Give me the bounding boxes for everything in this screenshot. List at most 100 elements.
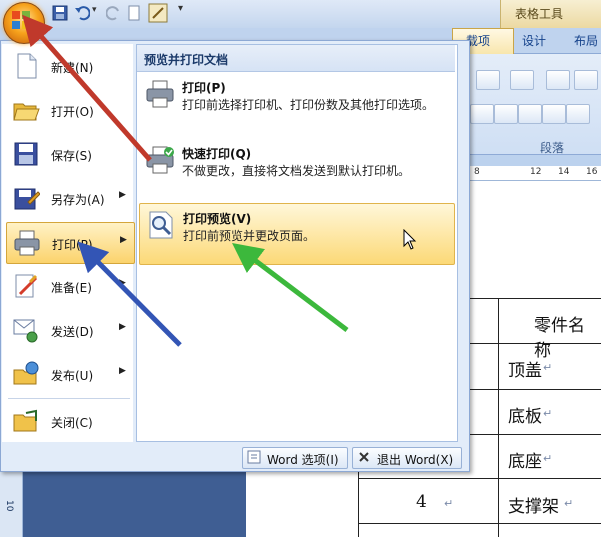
submenu-option-print[interactable]: 打印(P) 打印前选择打印机、打印份数及其他打印选项。 bbox=[139, 75, 453, 139]
paragraph-group-label: 段落 bbox=[540, 141, 565, 155]
office-logo-icon bbox=[12, 11, 30, 29]
menu-divider bbox=[8, 398, 130, 399]
justify-button[interactable] bbox=[542, 104, 566, 124]
quick-print-icon bbox=[145, 145, 175, 175]
submenu-option-quick-print[interactable]: 快速打印(Q) 不做更改，直接将文档发送到默认打印机。 bbox=[139, 141, 453, 191]
undo-dropdown-icon[interactable]: ▾ bbox=[92, 5, 97, 15]
table-cell[interactable]: 支撑架 bbox=[508, 492, 559, 517]
horizontal-ruler: 8 12 14 16 bbox=[460, 166, 601, 181]
menu-item-label: 发送(D) bbox=[51, 325, 94, 339]
table-border bbox=[498, 298, 499, 537]
ruler-mark: 12 bbox=[530, 167, 542, 177]
submenu-arrow-icon: ▶ bbox=[119, 366, 126, 376]
table-cell[interactable]: 顶盖 bbox=[508, 356, 542, 381]
print-preview-icon bbox=[146, 210, 176, 240]
submenu-arrow-icon: ▶ bbox=[119, 278, 126, 288]
printer-icon bbox=[145, 79, 175, 109]
align-center-button[interactable] bbox=[494, 104, 518, 124]
menu-item-new[interactable]: 新建(N) bbox=[6, 46, 133, 86]
option-title: 打印(P) bbox=[182, 81, 226, 95]
paragraph-mark: ↵ bbox=[543, 407, 553, 420]
option-title: 打印预览(V) bbox=[183, 212, 252, 226]
option-description: 不做更改，直接将文档发送到默认打印机。 bbox=[182, 164, 411, 178]
ruler-mark: 16 bbox=[586, 167, 598, 177]
send-icon bbox=[12, 316, 40, 344]
undo-icon[interactable] bbox=[74, 5, 91, 21]
word-options-label: Word 选项(I) bbox=[267, 453, 339, 467]
table-cell[interactable]: 底板 bbox=[508, 402, 542, 427]
outdent-button[interactable] bbox=[546, 70, 570, 90]
align-right-button[interactable] bbox=[518, 104, 542, 124]
table-border bbox=[358, 523, 601, 524]
paragraph-mark: ↵ bbox=[543, 452, 553, 465]
menu-item-send[interactable]: 发送(D) ▶ bbox=[6, 310, 133, 350]
menu-item-close[interactable]: 关闭(C) bbox=[6, 401, 133, 441]
menu-item-label: 打印(P) bbox=[52, 238, 93, 252]
indent-button[interactable] bbox=[574, 70, 598, 90]
submenu-arrow-icon: ▶ bbox=[119, 190, 126, 200]
bullets-button[interactable] bbox=[476, 70, 500, 90]
publish-icon bbox=[12, 360, 40, 388]
menu-item-print[interactable]: 打印(P) ▶ bbox=[6, 222, 135, 264]
ruler-mark: 8 bbox=[474, 167, 480, 177]
menu-item-publish[interactable]: 发布(U) ▶ bbox=[6, 354, 133, 394]
save-as-icon bbox=[12, 184, 41, 212]
new-document-icon bbox=[12, 52, 40, 80]
menu-item-label: 保存(S) bbox=[51, 149, 92, 163]
paragraph-mark: ↵ bbox=[444, 497, 454, 510]
tab-design[interactable]: 设计 bbox=[522, 32, 546, 49]
submenu-header: 预览并打印文档 bbox=[137, 45, 455, 72]
line-spacing-button[interactable] bbox=[566, 104, 590, 124]
table-border bbox=[358, 470, 359, 537]
options-icon bbox=[247, 450, 261, 464]
option-description: 打印前选择打印机、打印份数及其他打印选项。 bbox=[182, 98, 435, 112]
save-icon[interactable] bbox=[52, 5, 68, 21]
table-cell[interactable]: 底座 bbox=[508, 447, 542, 472]
vertical-ruler: 10 bbox=[0, 470, 23, 537]
menu-item-label: 关闭(C) bbox=[51, 416, 93, 430]
customize-qat-icon[interactable]: ▾ bbox=[178, 3, 183, 14]
close-icon bbox=[357, 450, 371, 464]
table-cell[interactable]: 零件名称 bbox=[534, 311, 601, 361]
table-tools-label: 表格工具 bbox=[515, 7, 564, 21]
redo-icon[interactable] bbox=[105, 5, 122, 21]
submenu-arrow-icon: ▶ bbox=[120, 235, 127, 245]
menu-item-prepare[interactable]: 准备(E) ▶ bbox=[6, 266, 133, 306]
table-tools-group: 表格工具 bbox=[500, 0, 601, 28]
table-border bbox=[460, 389, 601, 390]
workspace-background bbox=[22, 470, 246, 537]
exit-word-label: 退出 Word(X) bbox=[377, 453, 454, 467]
menu-item-open[interactable]: 打开(O) bbox=[6, 90, 133, 130]
mouse-cursor-icon bbox=[403, 228, 417, 251]
vertical-ruler-mark: 10 bbox=[4, 500, 14, 512]
save-disk-icon bbox=[12, 140, 40, 168]
tab-layout[interactable]: 布局 bbox=[574, 32, 598, 49]
option-title: 快速打印(Q) bbox=[182, 147, 252, 161]
submenu-title: 预览并打印文档 bbox=[144, 53, 229, 67]
exit-word-button[interactable]: 退出 Word(X) bbox=[352, 447, 462, 469]
numbering-button[interactable] bbox=[510, 70, 534, 90]
menu-item-label: 打开(O) bbox=[51, 105, 94, 119]
submenu-arrow-icon: ▶ bbox=[119, 322, 126, 332]
menu-item-label: 另存为(A) bbox=[51, 193, 105, 207]
table-cell[interactable]: 4 bbox=[416, 492, 427, 512]
paragraph-mark: ↵ bbox=[543, 361, 553, 374]
table-border bbox=[460, 434, 601, 435]
menu-item-save[interactable]: 保存(S) bbox=[6, 134, 133, 174]
menu-item-label: 发布(U) bbox=[51, 369, 94, 383]
word-options-button[interactable]: Word 选项(I) bbox=[242, 447, 348, 469]
table-border bbox=[460, 298, 601, 299]
menu-item-label: 新建(N) bbox=[51, 61, 94, 75]
format-painter-icon[interactable] bbox=[148, 3, 168, 23]
paragraph-mark: ↵ bbox=[564, 497, 574, 510]
open-folder-icon bbox=[12, 96, 40, 124]
menu-item-label: 准备(E) bbox=[51, 281, 92, 295]
menu-item-save-as[interactable]: 另存为(A) ▶ bbox=[6, 178, 133, 218]
printer-icon bbox=[13, 229, 41, 257]
align-left-button[interactable] bbox=[470, 104, 494, 124]
ruler-mark: 14 bbox=[558, 167, 570, 177]
table-border bbox=[358, 478, 601, 479]
prepare-icon bbox=[12, 272, 40, 300]
close-folder-icon bbox=[12, 407, 40, 435]
new-page-icon[interactable] bbox=[126, 5, 142, 21]
